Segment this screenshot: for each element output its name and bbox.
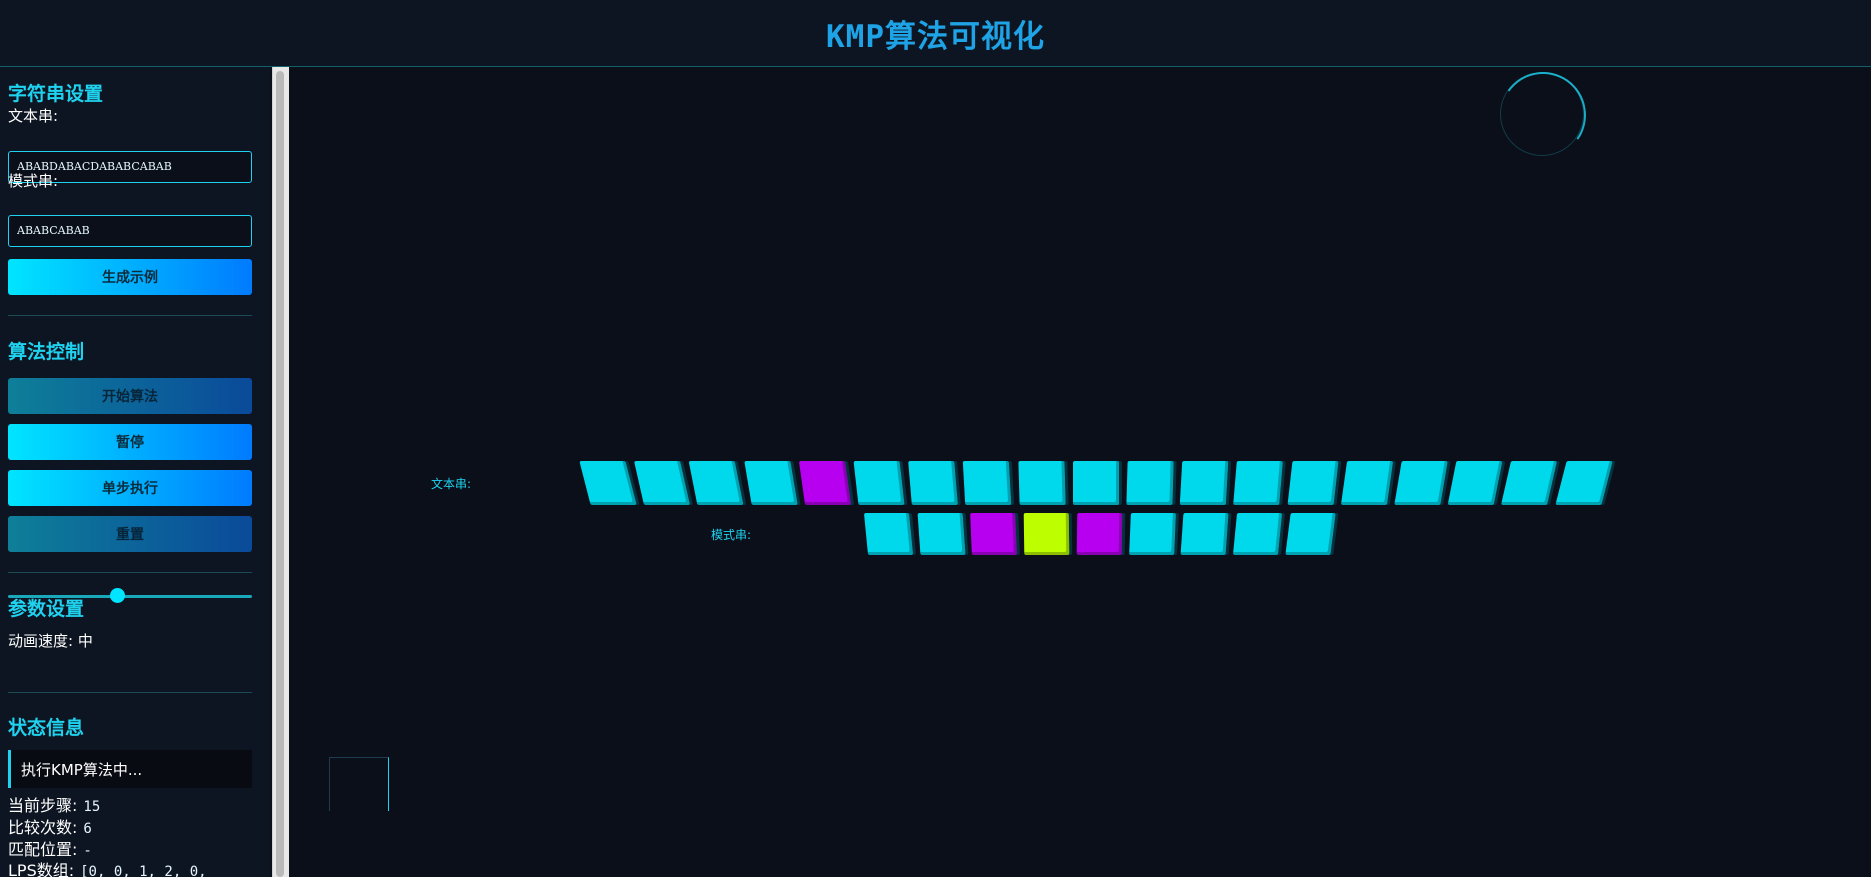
text-string-label: 文本串: bbox=[8, 107, 59, 125]
generate-example-button[interactable]: 生成示例 bbox=[8, 259, 252, 295]
text-cell bbox=[1233, 461, 1284, 505]
text-cell bbox=[1179, 461, 1229, 505]
divider bbox=[8, 572, 252, 573]
pattern-cell bbox=[917, 513, 966, 555]
text-cell bbox=[853, 461, 905, 505]
pattern-cell bbox=[1023, 513, 1070, 555]
pattern-cell bbox=[1284, 513, 1336, 555]
params-title: 参数设置 bbox=[8, 598, 85, 620]
compare-count-stat: 比较次数: 6 bbox=[8, 814, 92, 838]
text-cell bbox=[908, 461, 959, 505]
text-cell bbox=[1287, 461, 1339, 505]
text-cell bbox=[1447, 461, 1503, 505]
step-label: 当前步骤: bbox=[8, 796, 78, 815]
speed-slider-thumb[interactable] bbox=[110, 588, 126, 603]
text-cell bbox=[1126, 461, 1174, 505]
speed-label: 动画速度: bbox=[8, 632, 74, 650]
step-value: 15 bbox=[83, 799, 101, 815]
step-button[interactable]: 单步执行 bbox=[8, 470, 252, 506]
app-header: KMP算法可视化 bbox=[0, 0, 1871, 67]
text-row-label: 文本串: bbox=[431, 477, 472, 491]
lps-array-stat: LPS数组: [0, 0, 1, 2, 0, bbox=[8, 857, 207, 877]
pattern-cell bbox=[1128, 513, 1176, 555]
text-cell bbox=[1072, 461, 1119, 505]
lps-label: LPS数组: bbox=[8, 861, 75, 877]
lps-value: [0, 0, 1, 2, 0, bbox=[80, 864, 207, 877]
text-cell bbox=[963, 461, 1012, 505]
pattern-cell bbox=[1180, 513, 1229, 555]
pause-button[interactable]: 暂停 bbox=[8, 424, 252, 460]
current-step-stat: 当前步骤: 15 bbox=[8, 792, 100, 816]
decorative-frame bbox=[329, 757, 389, 811]
control-panel: 字符串设置 文本串: 模式串: 生成示例 算法控制 开始算法 暂停 单步执行 重… bbox=[0, 67, 270, 877]
text-cell bbox=[689, 461, 744, 505]
text-cell bbox=[1017, 461, 1066, 505]
algorithm-control-title: 算法控制 bbox=[8, 341, 85, 363]
pattern-cell bbox=[863, 513, 914, 555]
pattern-cell bbox=[1232, 513, 1282, 555]
text-cell bbox=[743, 461, 798, 505]
sidebar-scrollbar-thumb[interactable] bbox=[276, 71, 284, 877]
pattern-cell bbox=[970, 513, 1018, 555]
status-message: 执行KMP算法中... bbox=[8, 750, 252, 788]
pattern-string-input[interactable] bbox=[8, 215, 252, 247]
start-algorithm-button[interactable]: 开始算法 bbox=[8, 378, 252, 414]
pattern-row-label: 模式串: bbox=[711, 528, 752, 542]
page-title: KMP算法可视化 bbox=[826, 18, 1045, 55]
speed-value: 中 bbox=[77, 632, 93, 650]
divider bbox=[8, 692, 252, 693]
status-title: 状态信息 bbox=[8, 717, 85, 739]
compare-label: 比较次数: bbox=[8, 818, 78, 837]
speed-slider-track[interactable] bbox=[8, 595, 252, 598]
reset-button[interactable]: 重置 bbox=[8, 516, 252, 552]
speed-label-row: 动画速度: 中 bbox=[8, 630, 93, 651]
pattern-string-label: 模式串: bbox=[8, 172, 59, 190]
pattern-cell bbox=[1076, 513, 1123, 555]
string-settings-title: 字符串设置 bbox=[8, 83, 104, 105]
text-cell bbox=[1340, 461, 1393, 505]
text-cell bbox=[798, 461, 851, 505]
compare-value: 6 bbox=[83, 821, 92, 837]
divider bbox=[8, 315, 252, 316]
text-cell bbox=[1394, 461, 1448, 505]
